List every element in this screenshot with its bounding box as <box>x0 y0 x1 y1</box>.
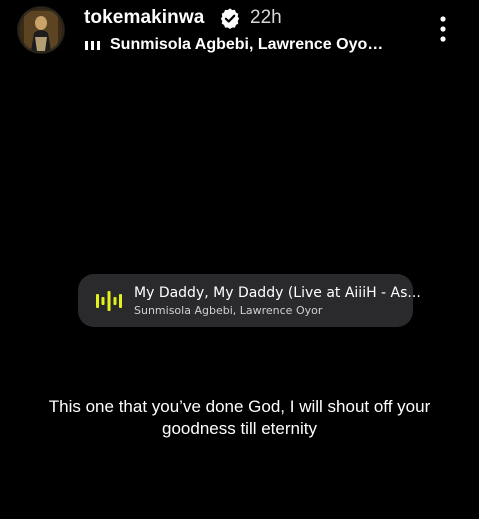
caption-line-1: This one that you’ve done God, I will sh… <box>48 397 431 416</box>
profile-avatar[interactable] <box>18 7 64 53</box>
audio-wave-icon <box>96 291 122 311</box>
caption-line-2: goodness till eternity <box>162 419 317 438</box>
username[interactable]: tokemakinwa <box>84 6 204 30</box>
music-artists: Sunmisola Agbebi, Lawrence Oyo… <box>110 36 384 53</box>
verified-badge-icon <box>220 8 240 29</box>
more-vertical-icon[interactable] <box>432 14 454 44</box>
song-title: My Daddy, My Daddy (Live at AiiiH - As..… <box>134 285 421 301</box>
music-attribution[interactable]: Sunmisola Agbebi, Lawrence Oyo… <box>84 35 383 55</box>
post-time: 22h <box>250 7 282 28</box>
song-artists: Sunmisola Agbebi, Lawrence Oyor <box>134 304 323 317</box>
music-sticker[interactable]: My Daddy, My Daddy (Live at AiiiH - As..… <box>78 274 421 327</box>
story-header: tokemakinwa 22h Sunmisola Agbebi, Lawren… <box>0 0 479 62</box>
story-caption: This one that you’ve done God, I will sh… <box>0 396 479 440</box>
story-viewer: tokemakinwa 22h Sunmisola Agbebi, Lawren… <box>0 0 479 519</box>
audio-bars-icon <box>85 41 100 50</box>
